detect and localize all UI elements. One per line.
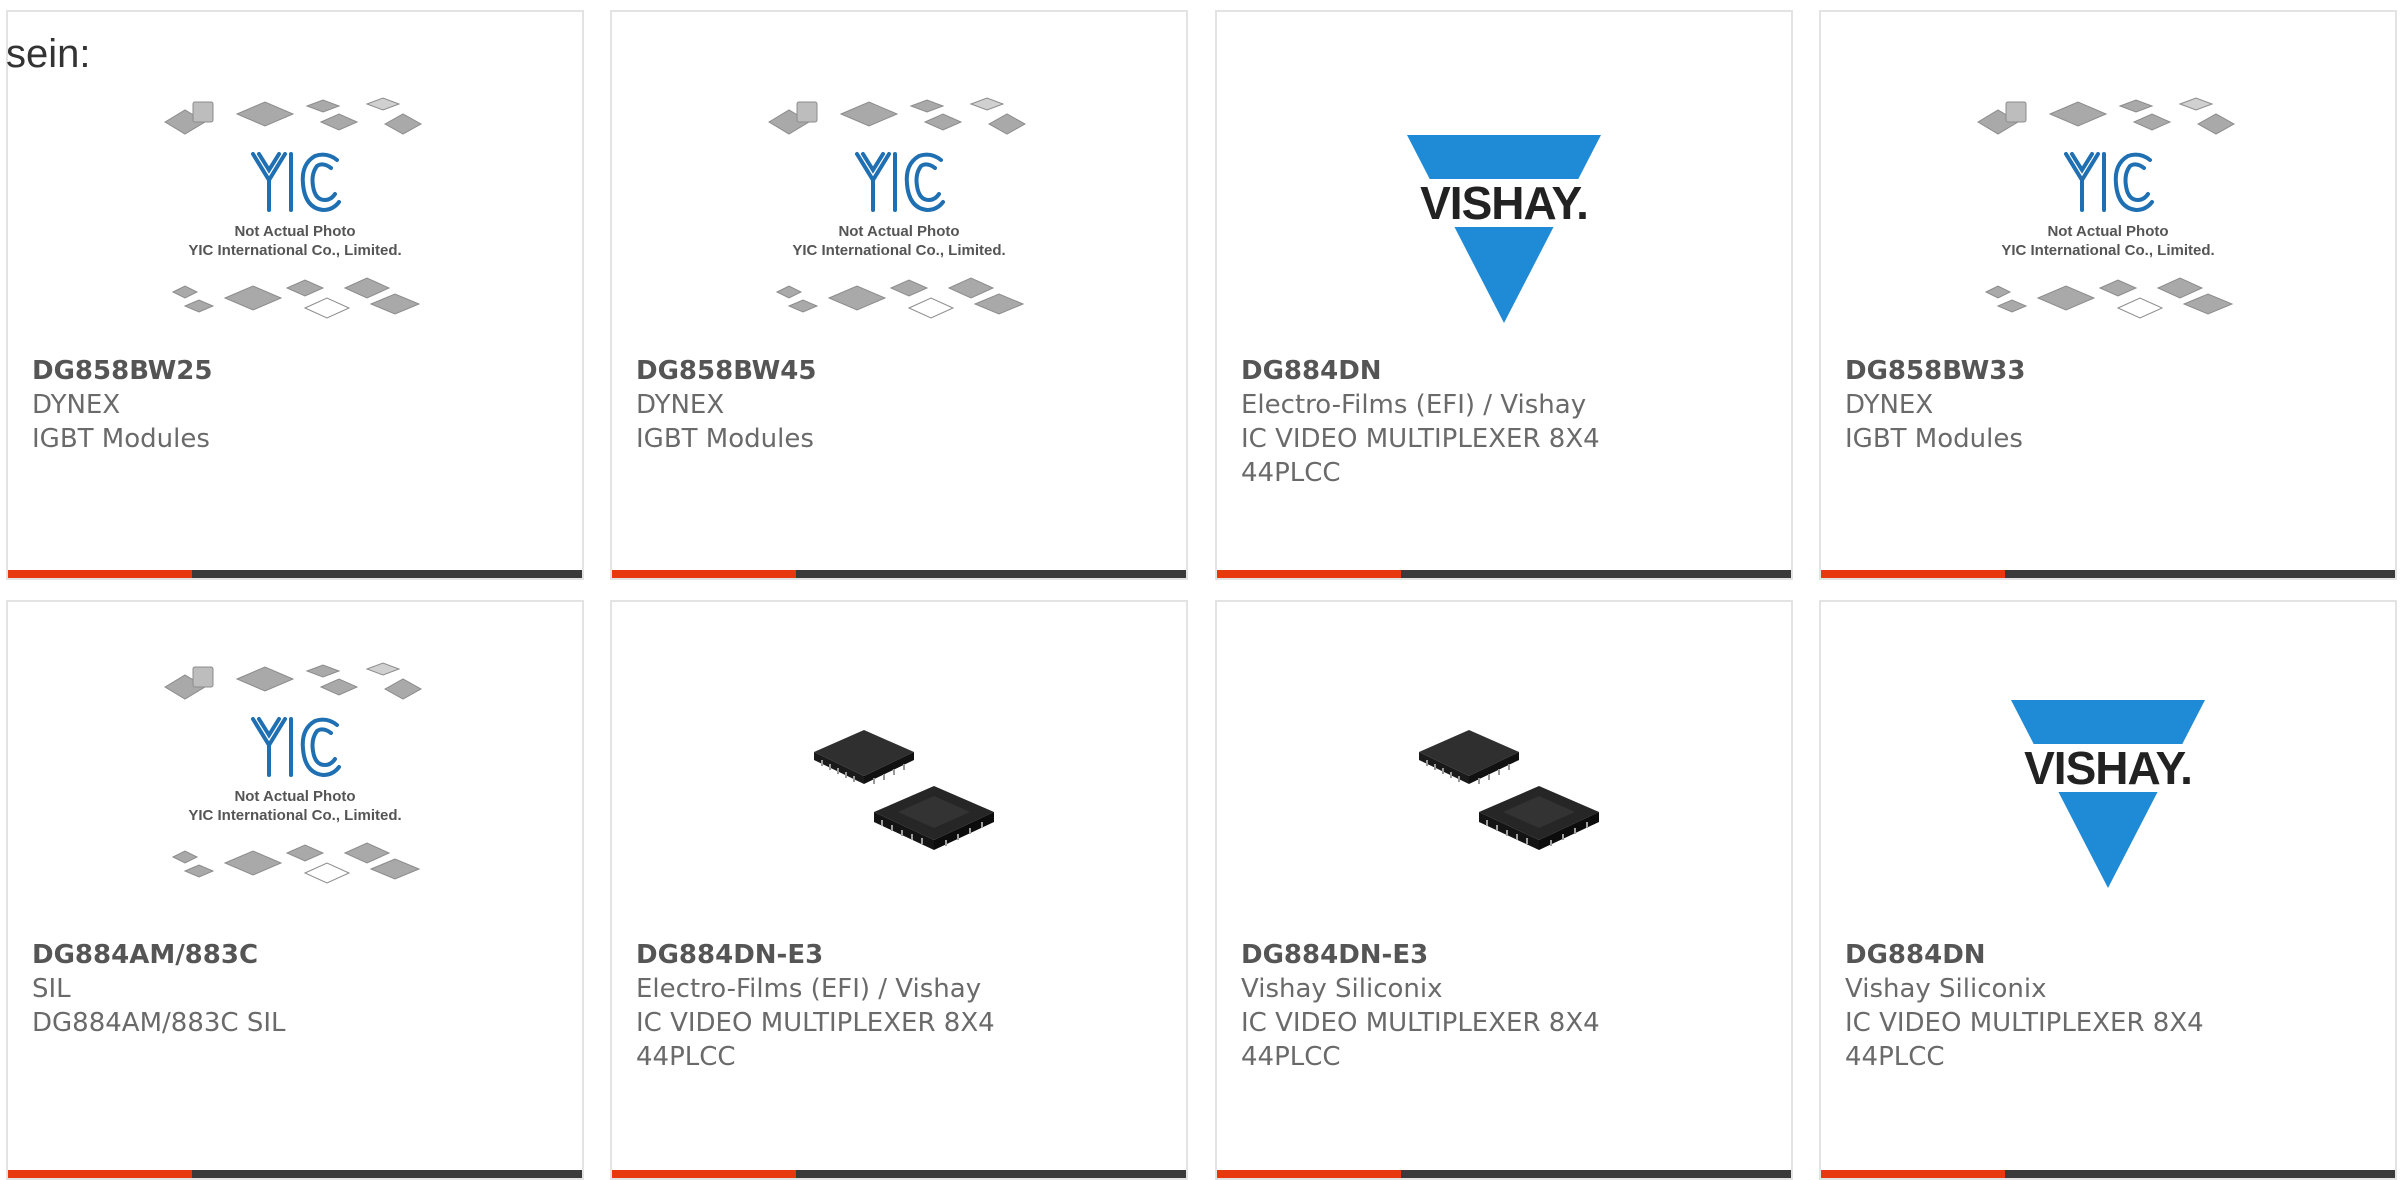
card-bottom-bar: [8, 1170, 582, 1178]
card-bottom-bar: [612, 1170, 1186, 1178]
product-description: IGBT Modules: [636, 424, 814, 454]
product-image[interactable]: Not Actual Photo YIC International Co., …: [612, 92, 1186, 362]
product-info: DG884AM/883C SIL DG884AM/883C SIL: [32, 938, 562, 1040]
product-grid: Not Actual Photo YIC International Co., …: [0, 0, 2400, 1180]
card-bottom-bar: [8, 570, 582, 578]
placeholder-line2: YIC International Co., Limited.: [188, 807, 401, 824]
vishay-logo-text: VISHAY.: [1420, 177, 1588, 229]
product-card[interactable]: Not Actual Photo YIC International Co., …: [6, 600, 584, 1180]
product-info: DG884DN-E3 Vishay Siliconix IC VIDEO MULTI…: [1241, 938, 1771, 1074]
product-description: IC VIDEO MULTIPLEXER 8X4: [636, 1008, 995, 1038]
plcc-chip-image: [1419, 730, 1599, 850]
part-number-link[interactable]: DG858BW25: [32, 354, 562, 388]
card-accent-bar: [8, 570, 192, 578]
placeholder-line2: YIC International Co., Limited.: [2001, 242, 2214, 259]
chip-bottom-view: [1479, 786, 1599, 850]
product-description: 44PLCC: [1241, 1042, 1341, 1072]
part-number-link[interactable]: DG884DN-E3: [1241, 938, 1771, 972]
placeholder-line2: YIC International Co., Limited.: [188, 242, 401, 259]
manufacturer: Vishay Siliconix: [1241, 974, 1443, 1004]
manufacturer: Electro-Films (EFI) / Vishay: [1241, 390, 1587, 420]
product-card[interactable]: DG884DN-E3 Vishay Siliconix IC VIDEO MULTI…: [1215, 600, 1793, 1180]
product-description: IGBT Modules: [1845, 424, 2023, 454]
placeholder-line1: Not Actual Photo: [234, 788, 355, 805]
intro-text: sein:: [6, 32, 91, 76]
card-accent-bar: [612, 570, 796, 578]
card-accent-bar: [612, 1170, 796, 1178]
vishay-logo: VISHAY.: [1399, 135, 1609, 323]
yic-placeholder-image: Not Actual Photo YIC International Co., …: [1977, 97, 2236, 319]
part-number-link[interactable]: DG884DN: [1845, 938, 2375, 972]
manufacturer: Electro-Films (EFI) / Vishay: [636, 974, 982, 1004]
chip-top-view: [814, 730, 914, 784]
manufacturer: DYNEX: [1845, 390, 1934, 420]
chip-top-view: [1419, 730, 1519, 784]
part-number-link[interactable]: DG884AM/883C: [32, 938, 562, 972]
product-info: DG858BW25 DYNEX IGBT Modules: [32, 354, 562, 456]
manufacturer: Vishay Siliconix: [1845, 974, 2047, 1004]
vishay-logo: VISHAY.: [2003, 700, 2213, 888]
product-description: 44PLCC: [1241, 458, 1341, 488]
vishay-logo-text: VISHAY.: [2024, 742, 2192, 794]
plcc-chip-image: [814, 730, 994, 850]
part-number-link[interactable]: DG884DN: [1241, 354, 1771, 388]
product-card[interactable]: Not Actual Photo YIC International Co., …: [1819, 10, 2397, 580]
card-accent-bar: [8, 1170, 192, 1178]
product-info: DG858BW45 DYNEX IGBT Modules: [636, 354, 1166, 456]
product-description: IC VIDEO MULTIPLEXER 8X4: [1241, 424, 1600, 454]
product-description: IC VIDEO MULTIPLEXER 8X4: [1845, 1008, 2204, 1038]
product-description: DG884AM/883C SIL: [32, 1008, 286, 1038]
placeholder-line1: Not Actual Photo: [234, 223, 355, 240]
card-bottom-bar: [1821, 1170, 2395, 1178]
product-card[interactable]: VISHAY. DG884DN Electro-Films (EFI) / Vis…: [1215, 10, 1793, 580]
yic-placeholder-image: Not Actual Photo YIC International Co., …: [164, 662, 423, 884]
part-number-link[interactable]: DG858BW33: [1845, 354, 2375, 388]
manufacturer: DYNEX: [636, 390, 725, 420]
product-info: DG884DN Electro-Films (EFI) / Vishay IC VI…: [1241, 354, 1771, 490]
manufacturer: SIL: [32, 974, 71, 1004]
product-card[interactable]: Not Actual Photo YIC International Co., …: [6, 10, 584, 580]
card-bottom-bar: [1821, 570, 2395, 578]
part-number-link[interactable]: DG884DN-E3: [636, 938, 1166, 972]
product-image[interactable]: Not Actual Photo YIC International Co., …: [8, 92, 582, 362]
product-info: DG884DN Vishay Siliconix IC VIDEO MULTIPLE…: [1845, 938, 2375, 1074]
product-card[interactable]: VISHAY. DG884DN Vishay Siliconix IC VIDEO …: [1819, 600, 2397, 1180]
chip-bottom-view: [874, 786, 994, 850]
product-description: 44PLCC: [1845, 1042, 1945, 1072]
product-card[interactable]: DG884DN-E3 Electro-Films (EFI) / Vishay IC…: [610, 600, 1188, 1180]
manufacturer: DYNEX: [32, 390, 121, 420]
product-image[interactable]: [612, 657, 1186, 927]
card-bottom-bar: [1217, 1170, 1791, 1178]
product-info: DG884DN-E3 Electro-Films (EFI) / Vishay IC…: [636, 938, 1166, 1074]
product-description: 44PLCC: [636, 1042, 736, 1072]
product-description: IC VIDEO MULTIPLEXER 8X4: [1241, 1008, 1600, 1038]
card-accent-bar: [1217, 570, 1401, 578]
product-image[interactable]: Not Actual Photo YIC International Co., …: [1821, 92, 2395, 362]
product-image[interactable]: Not Actual Photo YIC International Co., …: [8, 657, 582, 927]
card-accent-bar: [1217, 1170, 1401, 1178]
card-bottom-bar: [612, 570, 1186, 578]
yic-placeholder-image: Not Actual Photo YIC International Co., …: [768, 97, 1027, 319]
part-number-link[interactable]: DG858BW45: [636, 354, 1166, 388]
placeholder-line1: Not Actual Photo: [838, 223, 959, 240]
product-image[interactable]: VISHAY.: [1821, 657, 2395, 927]
product-info: DG858BW33 DYNEX IGBT Modules: [1845, 354, 2375, 456]
card-accent-bar: [1821, 570, 2005, 578]
product-image[interactable]: [1217, 657, 1791, 927]
product-description: IGBT Modules: [32, 424, 210, 454]
yic-placeholder-image: Not Actual Photo YIC International Co., …: [164, 97, 423, 319]
product-image[interactable]: VISHAY.: [1217, 92, 1791, 362]
card-accent-bar: [1821, 1170, 2005, 1178]
placeholder-line2: YIC International Co., Limited.: [792, 242, 1005, 259]
card-bottom-bar: [1217, 570, 1791, 578]
placeholder-line1: Not Actual Photo: [2047, 223, 2168, 240]
product-card[interactable]: Not Actual Photo YIC International Co., …: [610, 10, 1188, 580]
